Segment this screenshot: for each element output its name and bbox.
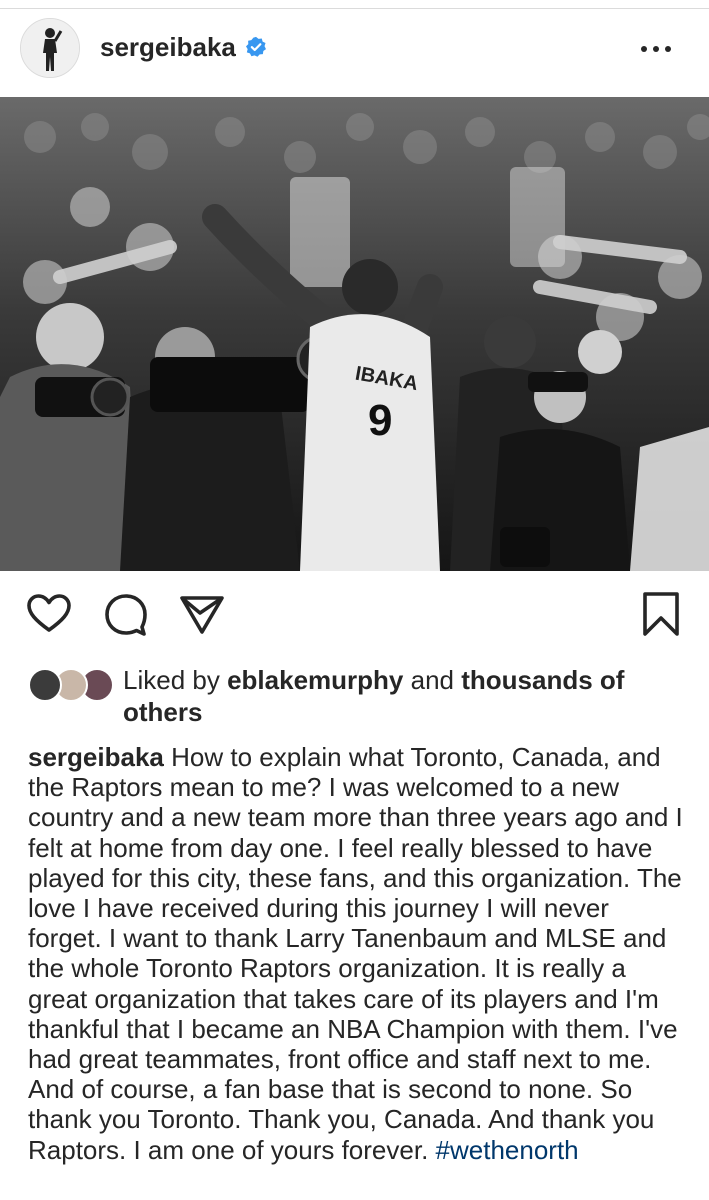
- post-caption: sergeibaka How to explain what Toronto, …: [28, 742, 688, 1165]
- post-photo-image: IBAKA 9: [0, 97, 709, 571]
- verified-badge-icon: [246, 36, 266, 57]
- likes-conjunction: and: [410, 665, 454, 695]
- likes-text: Liked by eblakemurphy and thousands of o…: [123, 664, 683, 728]
- jersey-number: 9: [368, 396, 392, 445]
- caption-text: How to explain what Toronto, Canada, and…: [28, 742, 683, 1165]
- send-icon[interactable]: [178, 590, 226, 638]
- post-username[interactable]: sergeibaka: [100, 32, 236, 63]
- liker-avatar[interactable]: [28, 668, 62, 702]
- likes-prefix: Liked by: [123, 665, 220, 695]
- bookmark-icon[interactable]: [637, 590, 685, 638]
- liker-avatars: [28, 668, 116, 702]
- profile-avatar[interactable]: [20, 18, 80, 78]
- hashtag-link[interactable]: #wethenorth: [436, 1135, 579, 1165]
- post-photo[interactable]: IBAKA 9: [0, 97, 709, 571]
- liked-by-user-link[interactable]: eblakemurphy: [227, 665, 403, 695]
- post-actions-bar: [0, 590, 709, 650]
- comment-icon[interactable]: [102, 590, 150, 638]
- top-divider: [0, 8, 709, 9]
- heart-icon[interactable]: [25, 590, 73, 638]
- more-options-icon[interactable]: [641, 46, 671, 52]
- caption-username[interactable]: sergeibaka: [28, 742, 164, 772]
- post-header: sergeibaka: [0, 14, 709, 84]
- avatar-silhouette: [21, 19, 79, 77]
